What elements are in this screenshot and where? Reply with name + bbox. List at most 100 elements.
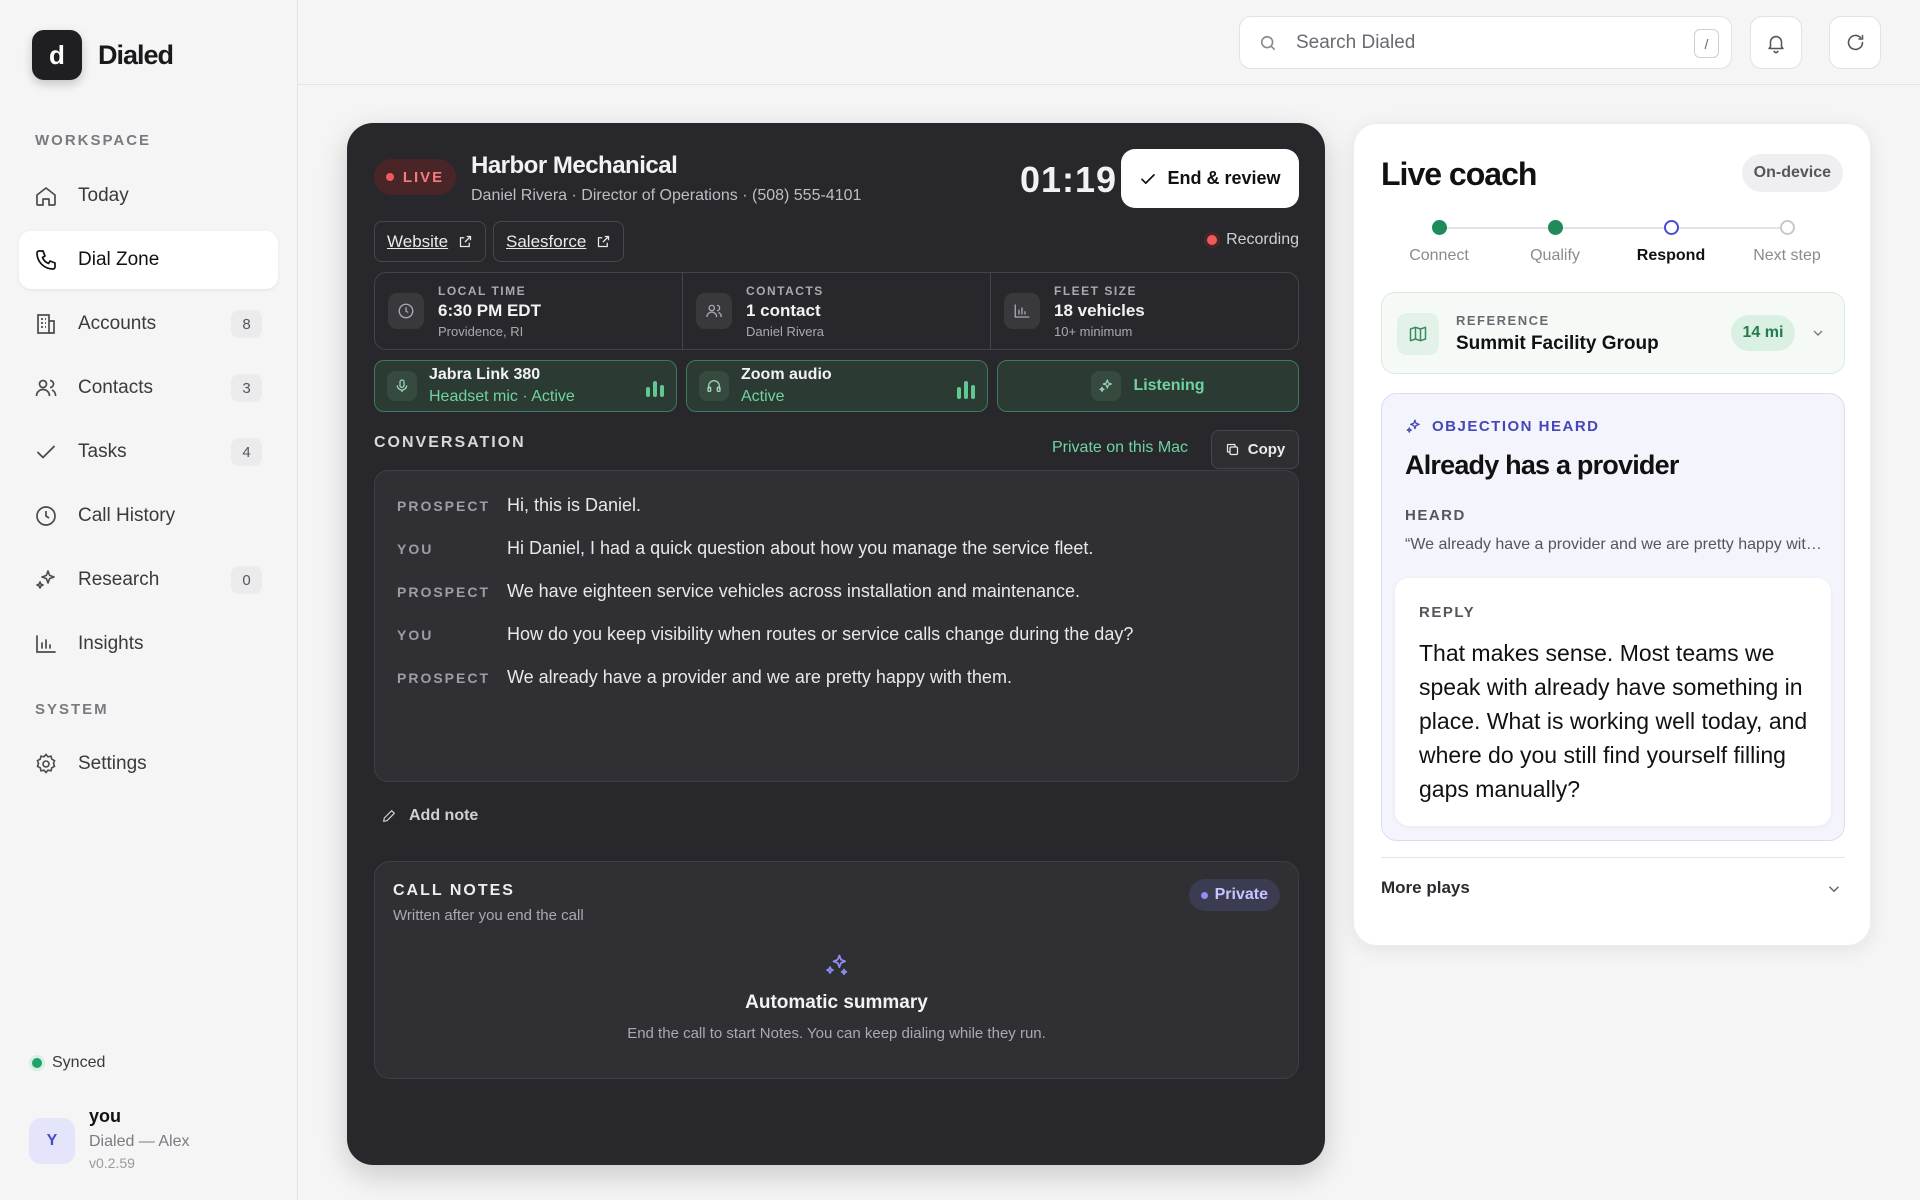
step-qualify-dot xyxy=(1548,220,1563,235)
stat-sub: Daniel Rivera xyxy=(746,323,825,339)
transcript-line: PROSPECT We have eighteen service vehicl… xyxy=(397,581,1080,602)
clock-icon xyxy=(36,506,56,526)
objection-card: OBJECTION HEARD Already has a provider H… xyxy=(1381,393,1845,841)
sidebar-item-label: Accounts xyxy=(78,313,157,334)
external-link-icon xyxy=(598,235,610,248)
sparkles-icon xyxy=(36,570,55,589)
tasks-count-badge: 4 xyxy=(231,438,262,466)
website-link[interactable]: Website xyxy=(374,221,487,262)
add-note-button[interactable]: Add note xyxy=(381,807,478,825)
refresh-button[interactable] xyxy=(1829,16,1881,69)
copy-transcript-button[interactable]: Copy xyxy=(1211,430,1299,469)
recording-dot xyxy=(1207,235,1218,245)
listening-label: Listening xyxy=(1133,377,1205,394)
heard-quote: “We already have a provider and we are p… xyxy=(1405,536,1825,553)
research-count-badge: 0 xyxy=(231,566,262,594)
clock-icon xyxy=(388,293,424,329)
zoom-audio-device-card[interactable]: Zoom audio Active xyxy=(686,360,988,412)
check-icon xyxy=(37,445,55,459)
sidebar-item-label: Call History xyxy=(78,505,176,526)
speaker-label: YOU xyxy=(397,541,434,557)
sidebar-item-accounts[interactable]: Accounts 8 xyxy=(19,295,278,353)
headset-device-card[interactable]: Jabra Link 380 Headset mic · Active xyxy=(374,360,677,412)
search-input[interactable]: Search Dialed / xyxy=(1239,16,1732,69)
utterance: Hi Daniel, I had a quick question about … xyxy=(507,538,1094,558)
stat-label: FLEET SIZE xyxy=(1054,283,1138,298)
building-icon xyxy=(37,314,55,334)
bell-icon xyxy=(1768,35,1784,53)
sidebar-item-label: Contacts xyxy=(78,377,153,398)
sidebar-item-label: Insights xyxy=(78,633,144,654)
microphone-icon xyxy=(387,371,417,401)
company-name: Harbor Mechanical xyxy=(471,152,678,179)
sidebar-item-contacts[interactable]: Contacts 3 xyxy=(19,359,278,417)
transcript-line: PROSPECT We already have a provider and … xyxy=(397,667,1012,688)
chevron-down-icon[interactable] xyxy=(1825,880,1843,898)
device-status: Headset mic · Active xyxy=(429,388,575,405)
speaker-label: PROSPECT xyxy=(397,498,491,514)
listening-status[interactable]: Listening xyxy=(997,360,1299,412)
private-badge: Private xyxy=(1188,879,1280,911)
stat-label: CONTACTS xyxy=(746,283,824,298)
sidebar-item-call-history[interactable]: Call History xyxy=(19,487,278,545)
call-panel: LIVE Harbor Mechanical Daniel Rivera · D… xyxy=(347,123,1325,1165)
sidebar-item-dial-zone[interactable]: Dial Zone xyxy=(19,231,278,289)
utterance: Hi, this is Daniel. xyxy=(507,495,642,515)
check-icon xyxy=(1141,173,1156,184)
step-connect-dot xyxy=(1432,220,1447,235)
speaker-label: PROSPECT xyxy=(397,670,491,686)
users-icon xyxy=(35,379,57,397)
utterance: How do you keep visibility when routes o… xyxy=(507,624,1134,644)
sparkles-icon xyxy=(823,952,851,980)
sidebar-item-tasks[interactable]: Tasks 4 xyxy=(19,423,278,481)
phone-icon xyxy=(36,250,56,270)
objection-label-text: OBJECTION HEARD xyxy=(1432,418,1600,435)
automatic-summary-title: Automatic summary xyxy=(745,992,928,1013)
end-and-review-button[interactable]: End & review xyxy=(1121,149,1299,208)
refresh-icon xyxy=(1847,34,1863,51)
objection-label: OBJECTION HEARD xyxy=(1405,418,1600,435)
live-coach-title: Live coach xyxy=(1381,156,1537,192)
call-notes-subtitle: Written after you end the call xyxy=(393,907,584,924)
headphones-icon xyxy=(699,371,729,401)
transcript-line: PROSPECT Hi, this is Daniel. xyxy=(397,495,641,516)
reference-name: Summit Facility Group xyxy=(1456,333,1659,354)
user-profile[interactable]: Y you Dialed — Alex v0.2.59 xyxy=(29,1106,190,1171)
brand[interactable]: d Dialed xyxy=(32,30,174,80)
avatar: Y xyxy=(29,1118,75,1164)
audio-level-icon xyxy=(957,381,975,399)
home-icon xyxy=(36,187,56,206)
website-link-label: Website xyxy=(387,231,449,251)
utterance: We have eighteen service vehicles across… xyxy=(507,581,1080,601)
account-stats: LOCAL TIME 6:30 PM EDT Providence, RI CO… xyxy=(374,272,1299,350)
step-connect-label: Connect xyxy=(1409,247,1469,264)
heard-label: HEARD xyxy=(1405,507,1466,524)
sidebar-item-insights[interactable]: Insights xyxy=(19,615,278,673)
step-respond-dot xyxy=(1664,220,1679,235)
salesforce-link[interactable]: Salesforce xyxy=(493,221,625,262)
privacy-note: Private on this Mac xyxy=(1052,439,1189,456)
more-plays-toggle[interactable]: More plays xyxy=(1381,878,1470,898)
progress-track xyxy=(1440,227,1792,229)
add-note-label: Add note xyxy=(409,807,479,824)
step-respond-label: Respond xyxy=(1636,247,1706,264)
transcript: PROSPECT Hi, this is Daniel. YOU Hi Dani… xyxy=(374,470,1299,782)
reference-card[interactable]: REFERENCE Summit Facility Group 14 mi xyxy=(1381,292,1845,374)
sparkles-icon xyxy=(1091,371,1122,401)
sidebar-item-settings[interactable]: Settings xyxy=(19,735,278,793)
stat-label: LOCAL TIME xyxy=(438,283,527,298)
stat-sub: 10+ minimum xyxy=(1054,323,1133,339)
speaker-label: PROSPECT xyxy=(397,584,491,600)
copy-icon xyxy=(1226,443,1238,456)
sidebar: d Dialed WORKSPACE Today Dial Zone Accou… xyxy=(0,0,298,1200)
salesforce-link-label: Salesforce xyxy=(506,231,587,251)
sidebar-item-today[interactable]: Today xyxy=(19,167,278,225)
sidebar-item-research[interactable]: Research 0 xyxy=(19,551,278,609)
live-dot xyxy=(385,173,394,181)
user-name: you xyxy=(89,1106,122,1126)
brand-name: Dialed xyxy=(98,39,174,70)
top-bar: Search Dialed / xyxy=(298,0,1920,85)
recording-indicator: Recording xyxy=(1207,231,1299,249)
notifications-button[interactable] xyxy=(1750,16,1802,69)
automatic-summary-subtitle: End the call to start Notes. You can kee… xyxy=(627,1025,1046,1042)
